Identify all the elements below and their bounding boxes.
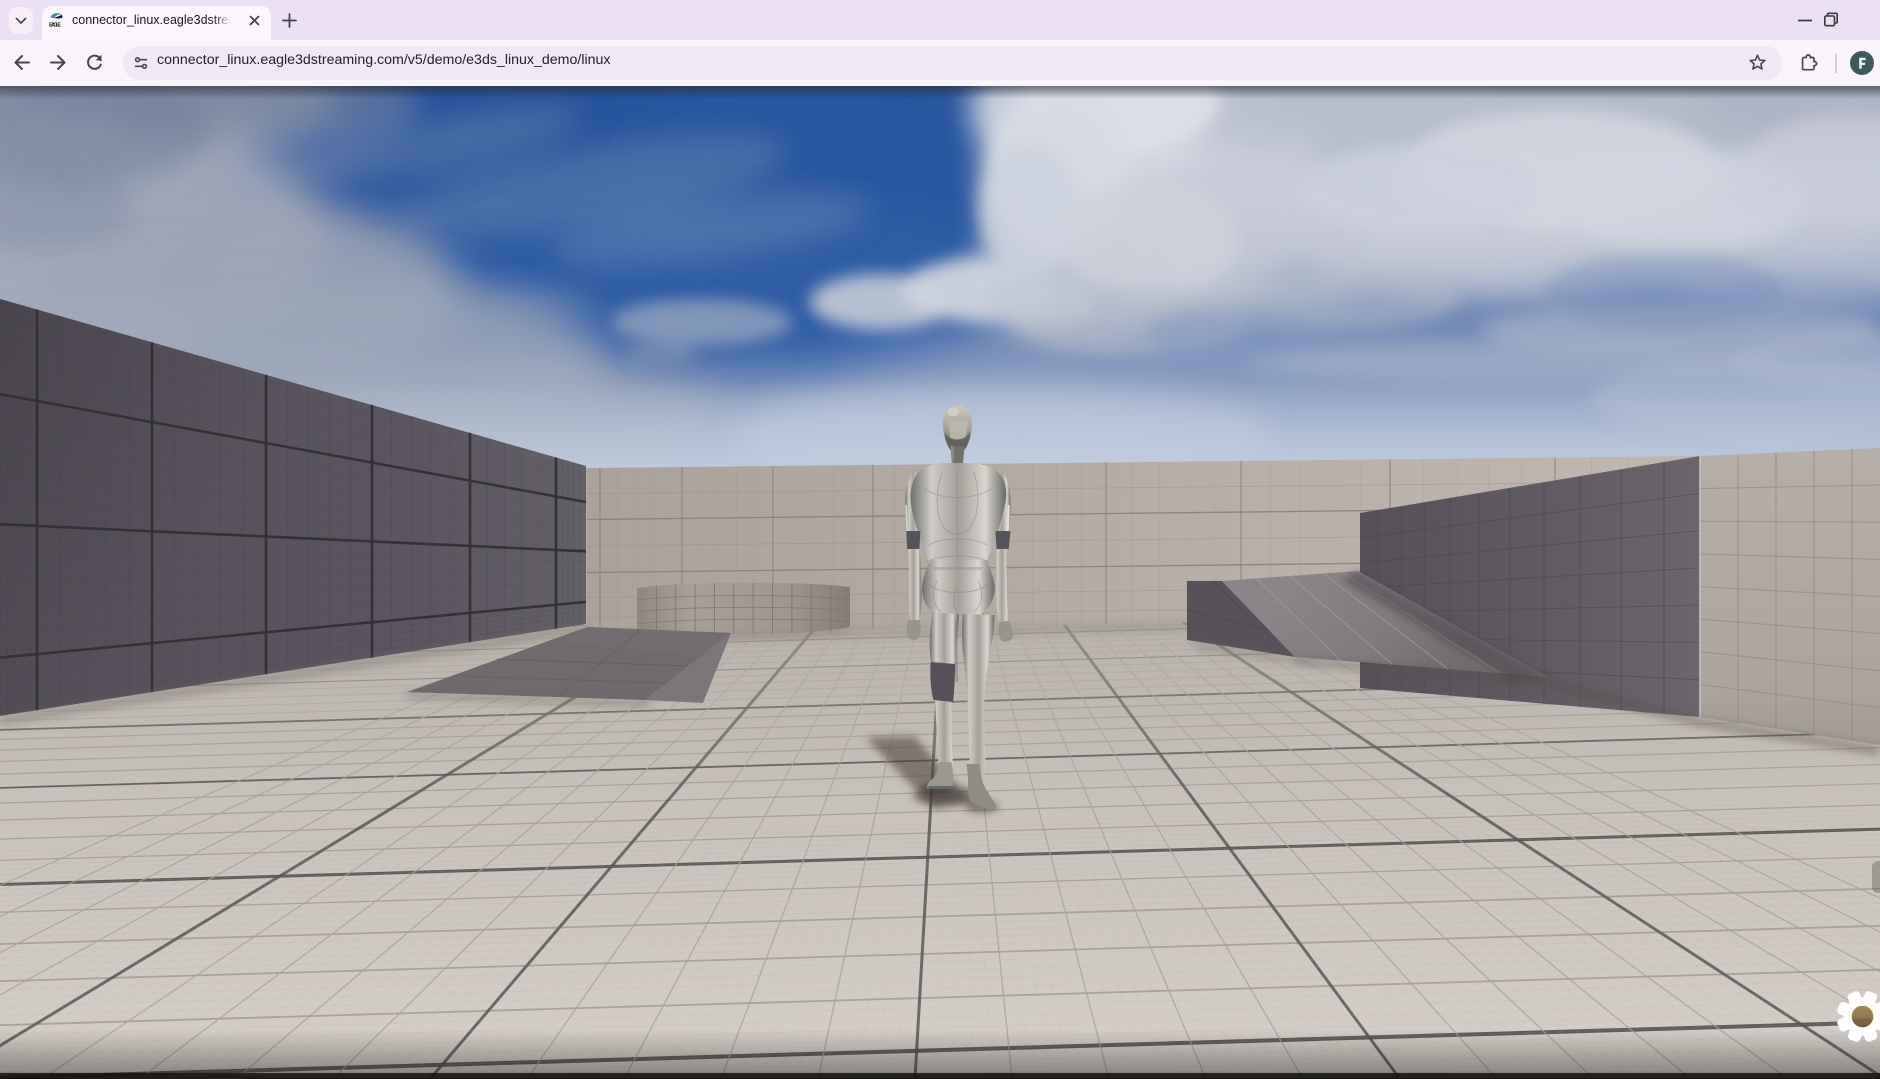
svg-text:EAGLE: EAGLE (49, 23, 61, 29)
